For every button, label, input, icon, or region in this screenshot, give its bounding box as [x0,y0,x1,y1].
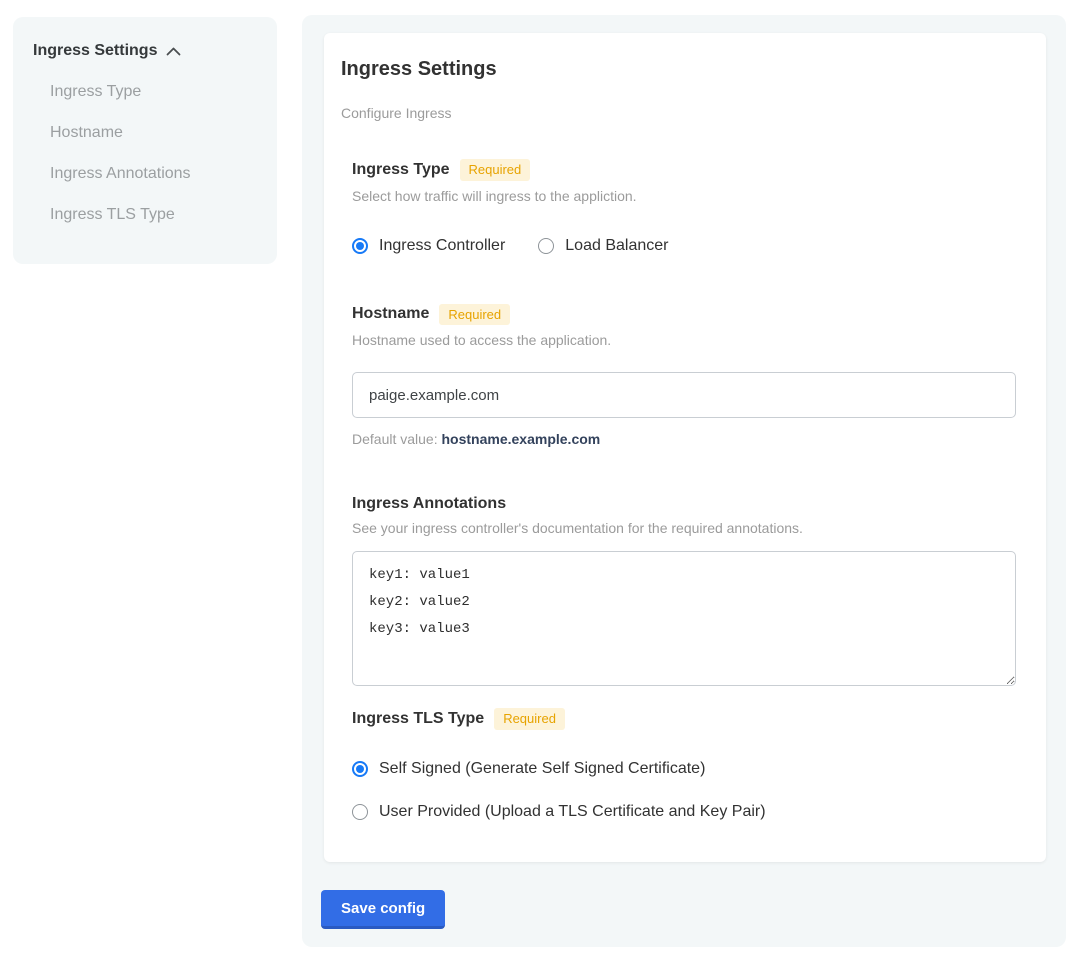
section-hostname: Hostname Required Hostname used to acces… [352,304,1016,448]
sidebar-group-ingress-settings[interactable]: Ingress Settings [33,42,257,60]
hostname-default-value: hostname.example.com [442,431,601,447]
radio-option-label: Self Signed (Generate Self Signed Certif… [379,760,705,778]
section-ingress-annotations: Ingress Annotations See your ingress con… [352,495,1016,686]
ingress-settings-card: Ingress Settings Configure Ingress Ingre… [324,33,1046,862]
sidebar-item-ingress-annotations[interactable]: Ingress Annotations [33,165,257,183]
save-config-button[interactable]: Save config [321,890,445,929]
section-ingress-tls-type-label: Ingress TLS Type [352,710,484,728]
section-ingress-type-header: Ingress Type Required [352,159,1016,181]
ingress-tls-radio-group: Self Signed (Generate Self Signed Certif… [352,760,1016,821]
config-panel: Ingress Settings Configure Ingress Ingre… [302,15,1066,947]
section-ingress-annotations-label: Ingress Annotations [352,495,506,513]
radio-selected-icon[interactable] [352,238,368,254]
radio-option-ingress-controller[interactable]: Ingress Controller [352,237,505,255]
hostname-input[interactable] [352,372,1016,418]
radio-option-label: Ingress Controller [379,237,505,255]
section-hostname-help: Hostname used to access the application. [352,332,1016,348]
radio-option-load-balancer[interactable]: Load Balancer [538,237,668,255]
section-ingress-tls-type-header: Ingress TLS Type Required [352,708,1016,730]
card-title: Ingress Settings [341,58,1016,81]
radio-option-label: User Provided (Upload a TLS Certificate … [379,803,766,821]
sidebar-item-hostname[interactable]: Hostname [33,124,257,142]
ingress-annotations-textarea[interactable]: key1: value1 key2: value2 key3: value3 [352,551,1016,686]
section-ingress-annotations-header: Ingress Annotations [352,495,1016,513]
radio-option-user-provided[interactable]: User Provided (Upload a TLS Certificate … [352,803,1016,821]
required-badge: Required [439,304,510,326]
hostname-default-label: Default value: [352,431,438,447]
sidebar-group-label: Ingress Settings [33,42,157,60]
radio-unselected-icon[interactable] [538,238,554,254]
radio-option-label: Load Balancer [565,237,668,255]
section-ingress-type-help: Select how traffic will ingress to the a… [352,188,1016,204]
section-ingress-annotations-help: See your ingress controller's documentat… [352,520,1016,536]
card-subtitle: Configure Ingress [341,105,1016,121]
config-nav-sidebar: Ingress Settings Ingress Type Hostname I… [13,17,277,264]
chevron-up-icon [166,47,181,56]
section-hostname-label: Hostname [352,305,429,323]
radio-selected-icon[interactable] [352,761,368,777]
config-sections: Ingress Type Required Select how traffic… [352,159,1016,821]
section-ingress-type-label: Ingress Type [352,161,450,179]
ingress-type-radio-group: Ingress Controller Load Balancer [352,237,1016,255]
required-badge: Required [460,159,531,181]
sidebar-item-ingress-tls-type[interactable]: Ingress TLS Type [33,206,257,224]
section-ingress-tls-type: Ingress TLS Type Required Self Signed (G… [352,708,1016,821]
hostname-default-line: Default value: hostname.example.com [352,431,1016,447]
sidebar-item-list: Ingress Type Hostname Ingress Annotation… [33,83,257,224]
radio-option-self-signed[interactable]: Self Signed (Generate Self Signed Certif… [352,760,1016,778]
radio-unselected-icon[interactable] [352,804,368,820]
section-ingress-type: Ingress Type Required Select how traffic… [352,159,1016,255]
required-badge: Required [494,708,565,730]
sidebar-item-ingress-type[interactable]: Ingress Type [33,83,257,101]
section-hostname-header: Hostname Required [352,304,1016,326]
